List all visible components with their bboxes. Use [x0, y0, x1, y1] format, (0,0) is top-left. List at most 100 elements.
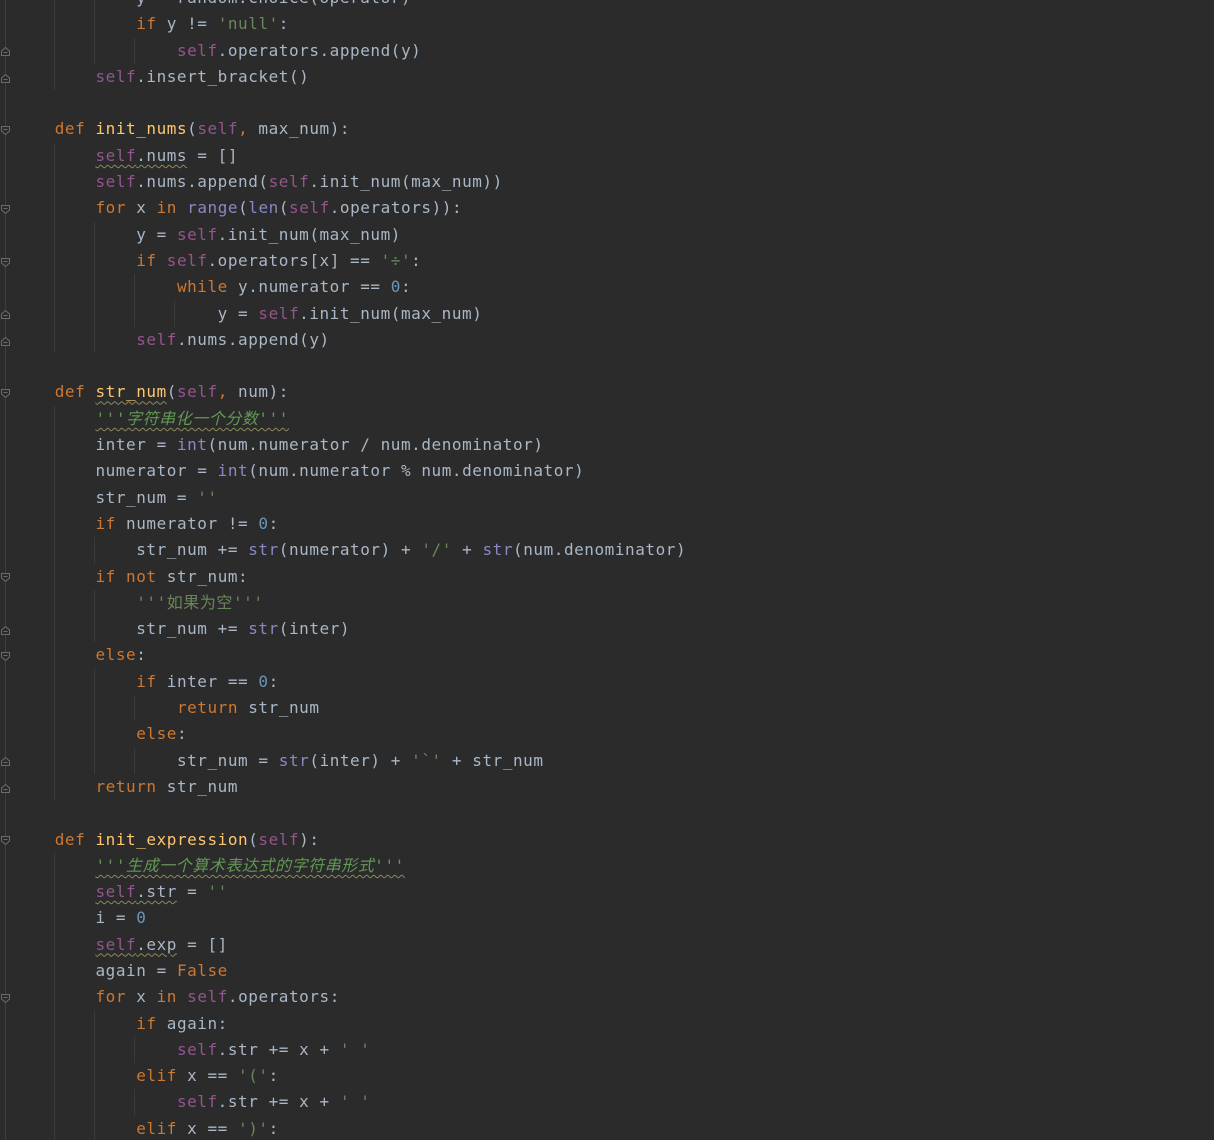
indent-guide	[94, 300, 95, 327]
code-token: ):	[299, 829, 320, 849]
code-line[interactable]: if self.operators[x] == '÷':	[14, 247, 1214, 275]
code-line[interactable]: else:	[14, 642, 1214, 669]
code-token: if	[136, 250, 157, 270]
code-line[interactable]: self.str += x + ' '	[14, 1089, 1214, 1116]
code-token: x ==	[176, 1118, 239, 1138]
code-line[interactable]: while y.numerator == 0:	[14, 274, 1214, 301]
code-line[interactable]: str_num += str(numerator) + '/' + str(nu…	[14, 537, 1214, 564]
code-area[interactable]: y = random.choice(operator) if y != 'nul…	[14, 0, 1214, 1140]
code-token: ,	[238, 119, 249, 139]
code-token: ''	[207, 882, 228, 902]
code-line[interactable]: str_num = ''	[14, 484, 1214, 511]
fold-open-icon[interactable]	[1, 389, 10, 399]
fold-open-icon[interactable]	[1, 652, 10, 662]
code-line[interactable]: for x in range(len(self.operators)):	[14, 195, 1214, 222]
fold-open-icon[interactable]	[1, 994, 10, 1004]
code-line[interactable]: for x in self.operators:	[14, 984, 1214, 1011]
code-line[interactable]	[14, 90, 1214, 116]
code-line[interactable]: def init_expression(self):	[14, 827, 1214, 853]
code-token: y =	[217, 303, 259, 323]
fold-open-icon[interactable]	[1, 573, 10, 583]
code-line[interactable]: self.nums = []	[14, 142, 1214, 170]
code-line[interactable]: self.insert_bracket()	[14, 63, 1214, 91]
code-line[interactable]: elif x == '(':	[14, 1063, 1214, 1090]
fold-end-icon[interactable]	[1, 47, 10, 57]
code-line[interactable]: str_num += str(inter)	[14, 616, 1214, 643]
code-line[interactable]: y = random.choice(operator)	[14, 0, 1214, 12]
code-token: y !=	[156, 14, 218, 34]
code-token: self	[268, 172, 310, 192]
indent-guide	[94, 37, 95, 64]
code-line[interactable]: again = False	[14, 957, 1214, 985]
code-editor[interactable]: y = random.choice(operator) if y != 'nul…	[0, 0, 1214, 1140]
code-line[interactable]: if y != 'null':	[14, 11, 1214, 38]
indent-guide	[54, 63, 55, 91]
code-token: if	[95, 566, 116, 586]
code-line[interactable]: self.nums.append(self.init_num(max_num))	[14, 169, 1214, 196]
code-line[interactable]: if again:	[14, 1010, 1214, 1037]
code-token: self	[176, 1039, 218, 1059]
code-line[interactable]: i = 0	[14, 905, 1214, 932]
code-line[interactable]	[14, 353, 1214, 379]
code-token: .operators:	[227, 987, 340, 1007]
code-token: 0	[258, 671, 269, 691]
fold-end-icon[interactable]	[1, 757, 10, 767]
code-line[interactable]: if inter == 0:	[14, 668, 1214, 696]
fold-open-icon[interactable]	[1, 836, 10, 846]
code-token: '''字符串化一个分数'''	[95, 408, 289, 428]
indent-guide	[94, 11, 95, 38]
fold-open-icon[interactable]	[1, 126, 10, 136]
code-line[interactable]: if numerator != 0:	[14, 510, 1214, 538]
code-line[interactable]: '''生成一个算术表达式的字符串形式'''	[14, 852, 1214, 880]
code-line[interactable]: inter = int(num.numerator / num.denomina…	[14, 432, 1214, 459]
code-line[interactable]: '''如果为空'''	[14, 589, 1214, 617]
code-token: x ==	[176, 1066, 239, 1086]
code-line[interactable]: def init_nums(self, max_num):	[14, 116, 1214, 142]
fold-end-icon[interactable]	[1, 783, 10, 793]
indent-guide	[54, 221, 55, 248]
code-token: again =	[95, 960, 177, 980]
code-line[interactable]: if not str_num:	[14, 563, 1214, 590]
fold-open-icon[interactable]	[1, 205, 10, 215]
code-line[interactable]: return str_num	[14, 773, 1214, 801]
fold-end-icon[interactable]	[1, 336, 10, 346]
code-token: int	[217, 461, 249, 481]
code-token: str_num +=	[136, 540, 249, 560]
code-token: str_num =	[176, 750, 279, 770]
code-line[interactable]: y = self.init_num(max_num)	[14, 300, 1214, 327]
code-line[interactable]: self.str += x + ' '	[14, 1036, 1214, 1064]
code-line[interactable]: y = self.init_num(max_num)	[14, 221, 1214, 248]
code-line[interactable]	[14, 800, 1214, 826]
code-token: self	[95, 66, 137, 86]
code-token: ,	[217, 382, 228, 402]
code-line[interactable]: self.exp = []	[14, 931, 1214, 958]
code-line[interactable]: str_num = str(inter) + '`' + str_num	[14, 747, 1214, 774]
fold-end-icon[interactable]	[1, 73, 10, 83]
code-token: self	[176, 224, 218, 244]
code-line[interactable]: def str_num(self, num):	[14, 379, 1214, 405]
code-token: 'null'	[217, 14, 279, 34]
fold-end-icon[interactable]	[1, 625, 10, 635]
code-line[interactable]: else:	[14, 721, 1214, 748]
code-token: len	[248, 198, 279, 218]
code-line[interactable]: self.str = ''	[14, 879, 1214, 906]
code-line[interactable]: '''字符串化一个分数'''	[14, 405, 1214, 433]
code-token: if	[136, 14, 157, 34]
fold-open-icon[interactable]	[1, 257, 10, 267]
code-line[interactable]: return str_num	[14, 695, 1214, 722]
indent-guide	[94, 247, 95, 275]
code-line[interactable]: self.operators.append(y)	[14, 37, 1214, 64]
indent-guide	[134, 274, 135, 301]
code-line[interactable]: self.nums.append(y)	[14, 326, 1214, 354]
code-line[interactable]: elif x == ')':	[14, 1115, 1214, 1140]
fold-end-icon[interactable]	[1, 310, 10, 320]
indent-guide	[134, 37, 135, 64]
code-token: self	[289, 198, 330, 218]
code-line[interactable]: numerator = int(num.numerator % num.deno…	[14, 458, 1214, 485]
